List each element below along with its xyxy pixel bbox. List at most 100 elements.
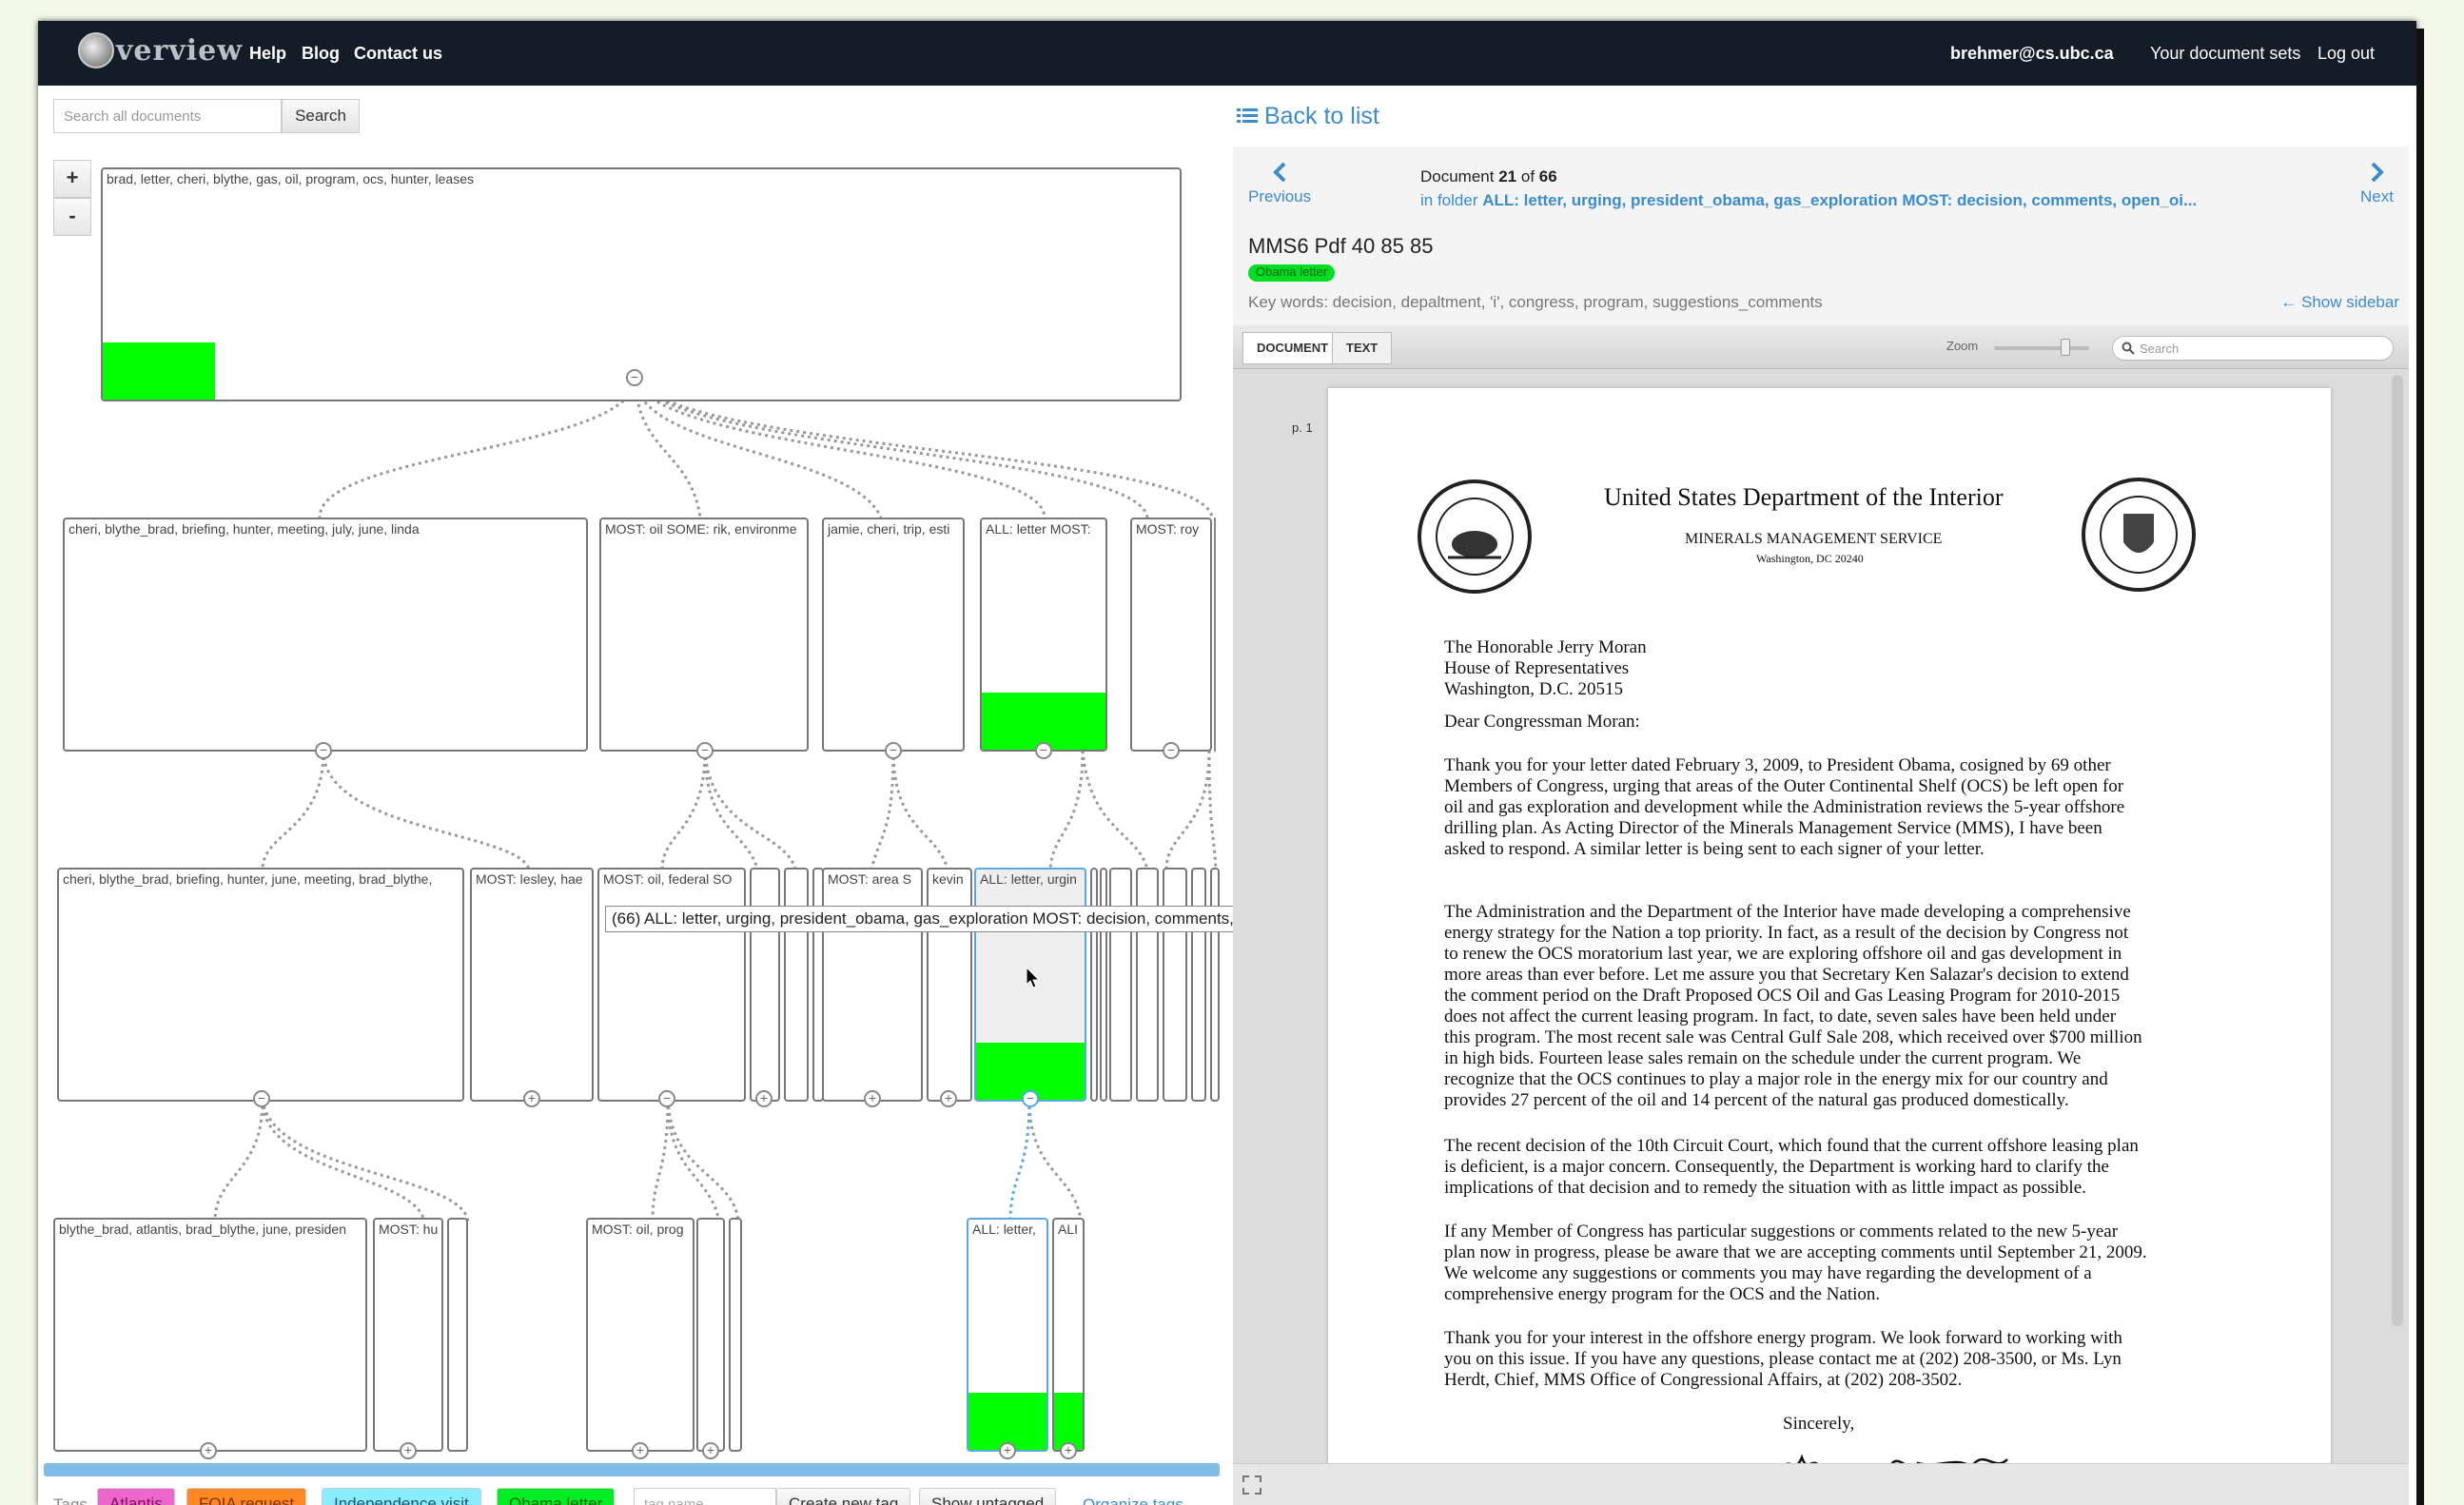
edge bbox=[261, 750, 325, 870]
collapse-toggle[interactable]: − bbox=[1163, 742, 1180, 759]
expand-toggle[interactable]: + bbox=[523, 1090, 540, 1107]
text-line: this program. The most recent sale was C… bbox=[1444, 1027, 2142, 1047]
collapse-toggle[interactable]: − bbox=[658, 1090, 675, 1107]
nav-help-link[interactable]: Help bbox=[249, 44, 286, 64]
tree-node[interactable] bbox=[750, 868, 780, 1102]
tree-node[interactable]: MOST: hu bbox=[373, 1218, 443, 1452]
overview-logo[interactable]: verview bbox=[78, 32, 243, 68]
node-label: kevin bbox=[932, 871, 964, 887]
text-line: If any Member of Congress has particular… bbox=[1444, 1222, 2119, 1241]
tree-node[interactable]: MOST: oil SOME: rik, environme bbox=[599, 518, 809, 752]
logout-link[interactable]: Log out bbox=[2317, 44, 2375, 64]
node-label: MOST: oil, prog bbox=[592, 1222, 684, 1237]
tree-node[interactable] bbox=[1191, 868, 1206, 1102]
tag-atlantis[interactable]: Atlantis bbox=[97, 1488, 175, 1505]
show-sidebar-link[interactable]: ← Show sidebar bbox=[2280, 293, 2399, 312]
previous-document-button[interactable]: Previous bbox=[1248, 162, 1311, 206]
tree-node[interactable] bbox=[1210, 868, 1220, 1102]
letter-paragraph-4: If any Member of Congress has particular… bbox=[1444, 1222, 2147, 1305]
nav-blog-link[interactable]: Blog bbox=[302, 44, 340, 64]
tree-node-root[interactable]: brad, letter, cheri, blythe, gas, oil, p… bbox=[101, 167, 1182, 401]
tree-node[interactable]: MOST: oil, prog bbox=[586, 1218, 694, 1452]
tags-label: Tags bbox=[53, 1495, 88, 1505]
expand-toggle[interactable]: + bbox=[940, 1090, 957, 1107]
organize-tags-link[interactable]: Organize tags... bbox=[1083, 1495, 1197, 1505]
tree-node[interactable]: ALL: letter MOST: bbox=[980, 518, 1107, 752]
expand-toggle[interactable]: + bbox=[702, 1442, 719, 1459]
folder-path[interactable]: in folder ALL: letter, urging, president… bbox=[1420, 191, 2197, 210]
tree-node[interactable] bbox=[447, 1218, 468, 1452]
viewer-search-input[interactable]: Search bbox=[2112, 336, 2394, 361]
expand-toggle[interactable]: + bbox=[632, 1442, 649, 1459]
text-line: to renew the OCS moratorium last year, w… bbox=[1444, 944, 2122, 964]
zoom-slider-handle[interactable] bbox=[2061, 339, 2070, 356]
collapse-toggle-selected[interactable]: − bbox=[1022, 1090, 1039, 1107]
tab-document[interactable]: DOCUMENT bbox=[1242, 332, 1343, 364]
tagged-bar bbox=[103, 342, 215, 400]
text-line: The Administration and the Department of… bbox=[1444, 902, 2131, 922]
expand-toggle[interactable]: + bbox=[999, 1442, 1016, 1459]
tree-node[interactable]: ALL: letter, bbox=[967, 1218, 1048, 1452]
tree-node[interactable]: MOST: lesley, hae bbox=[470, 868, 594, 1102]
user-email[interactable]: brehmer@cs.ubc.ca bbox=[1950, 44, 2114, 64]
text-line: Thank you for your letter dated February… bbox=[1444, 755, 2111, 775]
tree-node[interactable]: blythe_brad, atlantis, brad_blythe, june… bbox=[53, 1218, 367, 1452]
tree-node[interactable]: MOST: area S bbox=[822, 868, 923, 1102]
collapse-toggle[interactable]: − bbox=[1035, 742, 1052, 759]
search-all-documents-input[interactable]: Search all documents bbox=[53, 99, 282, 133]
collapse-toggle[interactable]: − bbox=[885, 742, 902, 759]
tree-node[interactable] bbox=[1100, 868, 1107, 1102]
collapse-toggle[interactable]: − bbox=[315, 742, 332, 759]
mouse-cursor-icon bbox=[1026, 967, 1041, 988]
tab-text[interactable]: TEXT bbox=[1332, 332, 1393, 364]
tagged-bar bbox=[968, 1393, 1046, 1450]
fullscreen-icon[interactable] bbox=[1242, 1476, 1261, 1495]
tree-node[interactable]: MOST: oil, federal SO bbox=[597, 868, 746, 1102]
node-label: cheri, blythe_brad, briefing, hunter, ju… bbox=[63, 871, 433, 887]
expand-toggle[interactable]: + bbox=[400, 1442, 417, 1459]
tree-node[interactable] bbox=[1090, 868, 1098, 1102]
zoom-out-button[interactable]: - bbox=[53, 198, 91, 236]
horizontal-scrollbar[interactable] bbox=[44, 1463, 1220, 1476]
expand-toggle[interactable]: + bbox=[200, 1442, 217, 1459]
collapse-toggle[interactable]: − bbox=[626, 369, 643, 386]
text-line: We welcome any suggestions or comments y… bbox=[1444, 1263, 2092, 1283]
tree-node-sliver[interactable] bbox=[1214, 518, 1218, 752]
previous-label: Previous bbox=[1248, 187, 1312, 205]
viewer-scrollbar[interactable] bbox=[2392, 375, 2403, 1326]
tag-independence-visit[interactable]: Independence visit bbox=[322, 1488, 481, 1505]
document-sets-link[interactable]: Your document sets bbox=[2150, 44, 2300, 64]
zoom-slider[interactable] bbox=[1994, 346, 2089, 350]
tree-node[interactable] bbox=[1136, 868, 1159, 1102]
zoom-in-button[interactable]: + bbox=[53, 160, 91, 198]
tree-node[interactable]: jamie, cheri, trip, esti bbox=[822, 518, 965, 752]
collapse-toggle[interactable]: − bbox=[253, 1090, 270, 1107]
expand-toggle[interactable]: + bbox=[1060, 1442, 1077, 1459]
tag-foia-request[interactable]: FOIA request bbox=[186, 1488, 307, 1505]
collapse-toggle[interactable]: − bbox=[696, 742, 714, 759]
nav-contact-link[interactable]: Contact us bbox=[354, 44, 442, 64]
expand-toggle[interactable]: + bbox=[755, 1090, 772, 1107]
tag-name-input[interactable]: tag name bbox=[634, 1488, 776, 1505]
tree-node[interactable] bbox=[784, 868, 809, 1102]
tree-node[interactable]: ALI bbox=[1052, 1218, 1085, 1452]
back-to-list-link[interactable]: Back to list bbox=[1237, 103, 1379, 130]
tree-node[interactable] bbox=[1163, 868, 1187, 1102]
tree-node[interactable]: MOST: roy bbox=[1130, 518, 1212, 752]
tree-node[interactable] bbox=[729, 1218, 742, 1452]
tag-obama-letter[interactable]: Obama letter bbox=[497, 1488, 616, 1505]
expand-toggle[interactable]: + bbox=[864, 1090, 881, 1107]
text-line: recognize that the OCS continues to play… bbox=[1444, 1069, 2108, 1089]
tree-node[interactable]: cheri, blythe_brad, briefing, hunter, ju… bbox=[57, 868, 464, 1102]
create-new-tag-button[interactable]: Create new tag bbox=[776, 1488, 911, 1505]
tree-node[interactable] bbox=[696, 1218, 725, 1452]
text-line: energy strategy for the Nation a top pri… bbox=[1444, 923, 2129, 943]
tree-node[interactable] bbox=[1109, 868, 1132, 1102]
edge bbox=[1164, 750, 1211, 870]
show-untagged-button[interactable]: Show untagged bbox=[919, 1488, 1057, 1505]
tree-node[interactable]: kevin bbox=[927, 868, 972, 1102]
tree-node[interactable]: cheri, blythe_brad, briefing, hunter, me… bbox=[63, 518, 588, 752]
search-button[interactable]: Search bbox=[282, 99, 360, 133]
document-tag-badge[interactable]: Obama letter bbox=[1248, 264, 1336, 282]
next-document-button[interactable]: Next bbox=[2360, 162, 2394, 206]
